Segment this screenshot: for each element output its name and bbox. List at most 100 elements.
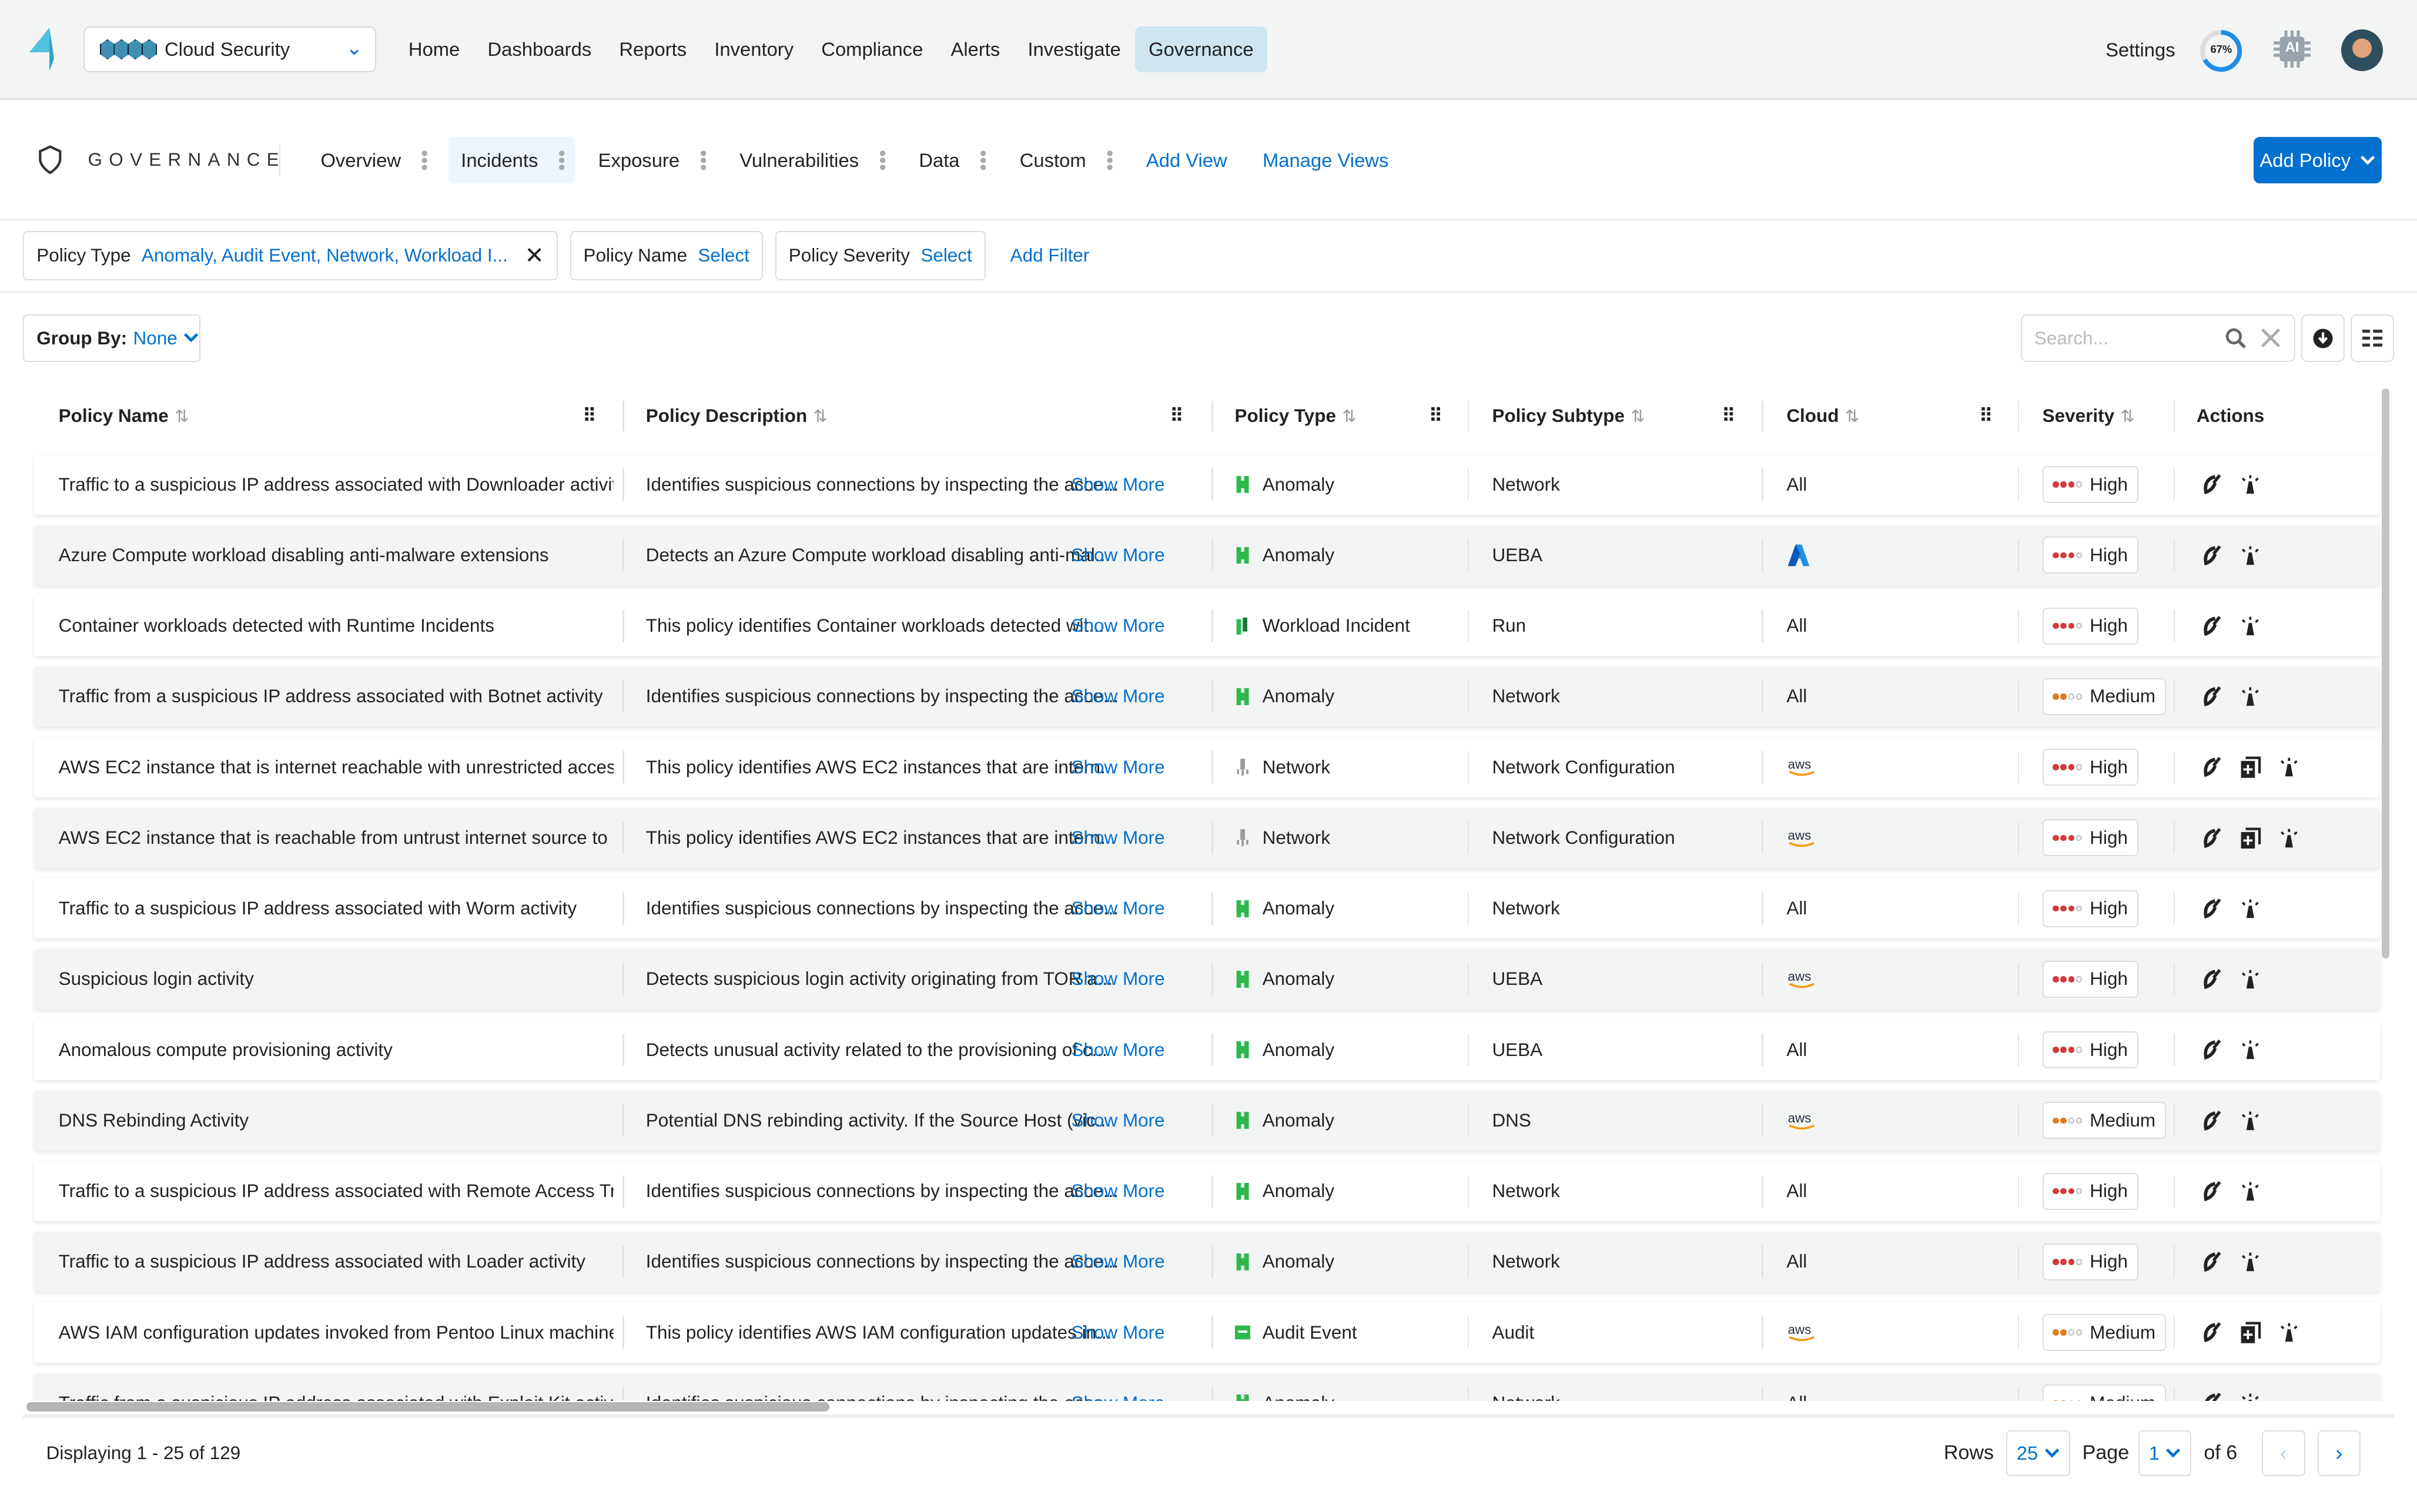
show-more-link[interactable]: Show More <box>1072 686 1165 707</box>
drag-handle-icon[interactable]: ⠿ <box>1429 388 1442 444</box>
show-more-link[interactable]: Show More <box>1072 898 1165 919</box>
table-row[interactable]: AWS EC2 instance that is internet reacha… <box>34 737 2380 797</box>
alarm-icon[interactable] <box>2239 1110 2261 1132</box>
table-row[interactable]: Anomalous compute provisioning activity D… <box>34 1020 2380 1080</box>
filter-policy-severity[interactable]: Policy Severity Select <box>775 231 986 281</box>
policy-name-cell[interactable]: Traffic to a suspicious IP address assoc… <box>59 1232 614 1292</box>
settings-link[interactable]: Settings <box>2105 39 2175 61</box>
show-more-link[interactable]: Show More <box>1072 757 1165 778</box>
vertical-scrollbar[interactable] <box>2381 388 2389 959</box>
edit-icon[interactable] <box>2201 898 2223 920</box>
edit-icon[interactable] <box>2201 968 2223 990</box>
show-more-link[interactable]: Show More <box>1072 1181 1165 1202</box>
nav-reports[interactable]: Reports <box>605 26 701 73</box>
sort-icon[interactable]: ⇅ <box>1845 406 1859 427</box>
policy-name[interactable]: Traffic from a suspicious IP address ass… <box>59 686 603 707</box>
edit-icon[interactable] <box>2201 1110 2223 1132</box>
nav-home[interactable]: Home <box>394 26 474 73</box>
policy-name[interactable]: Anomalous compute provisioning activity <box>59 1040 393 1061</box>
nav-governance[interactable]: Governance <box>1134 26 1268 73</box>
column-header-policy-description[interactable]: Policy Description ⇅ <box>646 388 828 444</box>
show-more-link[interactable]: Show More <box>1072 1393 1165 1401</box>
alarm-icon[interactable] <box>2239 686 2261 708</box>
drag-handle-icon[interactable]: ⠿ <box>583 388 596 444</box>
policy-name[interactable]: Traffic to a suspicious IP address assoc… <box>59 1181 614 1202</box>
table-row[interactable]: Traffic to a suspicious IP address assoc… <box>34 879 2380 939</box>
policy-name[interactable]: Traffic to a suspicious IP address assoc… <box>59 898 577 919</box>
previous-page-button[interactable]: ‹ <box>2262 1430 2305 1477</box>
policy-name[interactable]: Traffic to a suspicious IP address assoc… <box>59 1251 585 1272</box>
alarm-icon[interactable] <box>2239 1392 2261 1401</box>
show-more-link[interactable]: Show More <box>1072 1040 1165 1061</box>
alarm-icon[interactable] <box>2239 545 2261 566</box>
show-more-link[interactable]: Show More <box>1072 615 1165 636</box>
add-view-link[interactable]: Add View <box>1134 137 1240 183</box>
tab-vulnerabilities[interactable]: Vulnerabilities ••• <box>727 137 896 183</box>
table-row[interactable]: AWS IAM configuration updates invoked fr… <box>34 1302 2380 1363</box>
sort-icon[interactable]: ⇅ <box>1631 406 1645 427</box>
sort-icon[interactable]: ⇅ <box>814 406 828 427</box>
policy-name[interactable]: AWS IAM configuration updates invoked fr… <box>59 1322 614 1343</box>
alarm-icon[interactable] <box>2278 1322 2300 1343</box>
alarm-icon[interactable] <box>2239 898 2261 920</box>
page-select[interactable]: 1 <box>2138 1430 2192 1477</box>
show-more-link[interactable]: Show More <box>1072 474 1165 495</box>
column-separator[interactable] <box>1211 400 1213 432</box>
policy-name[interactable]: Traffic from a suspicious IP address ass… <box>59 1393 614 1401</box>
user-avatar[interactable] <box>2341 29 2383 71</box>
download-button[interactable] <box>2301 314 2345 363</box>
edit-icon[interactable] <box>2201 1392 2223 1401</box>
nav-investigate[interactable]: Investigate <box>1014 26 1135 73</box>
tab-exposure[interactable]: Exposure ••• <box>586 137 717 183</box>
table-row[interactable]: Traffic from a suspicious IP address ass… <box>34 1373 2380 1401</box>
app-logo-icon[interactable] <box>29 28 63 71</box>
tab-incidents[interactable]: Incidents ••• <box>448 137 575 184</box>
column-separator[interactable] <box>1467 400 1469 432</box>
show-more-link[interactable]: Show More <box>1072 1251 1165 1272</box>
search-input[interactable]: Search... <box>2020 314 2295 363</box>
tab-overview[interactable]: Overview ••• <box>308 137 437 183</box>
rows-per-page-select[interactable]: 25 <box>2006 1430 2070 1477</box>
close-icon[interactable]: ✕ <box>525 242 544 269</box>
column-header-cloud[interactable]: Cloud ⇅ <box>1786 388 1859 444</box>
column-separator[interactable] <box>622 400 625 432</box>
edit-icon[interactable] <box>2201 1251 2223 1273</box>
edit-icon[interactable] <box>2201 686 2223 708</box>
table-row[interactable]: Traffic to a suspicious IP address assoc… <box>34 1161 2380 1222</box>
column-header-policy-subtype[interactable]: Policy Subtype ⇅ <box>1492 388 1645 444</box>
add-policy-button[interactable]: Add Policy <box>2253 137 2382 184</box>
policy-name-cell[interactable]: AWS IAM configuration updates invoked fr… <box>59 1302 614 1362</box>
column-separator[interactable] <box>1762 400 1763 432</box>
drag-handle-icon[interactable]: ⠿ <box>1170 388 1183 444</box>
edit-icon[interactable] <box>2201 827 2223 849</box>
policy-name[interactable]: Azure Compute workload disabling anti-ma… <box>59 545 549 566</box>
sort-icon[interactable]: ⇅ <box>1343 406 1357 427</box>
filter-policy-type[interactable]: Policy Type Anomaly, Audit Event, Networ… <box>23 231 558 281</box>
policy-name-cell[interactable]: AWS EC2 instance that is internet reacha… <box>59 737 614 797</box>
drag-handle-icon[interactable]: ⠿ <box>1979 388 1993 444</box>
table-row[interactable]: Container workloads detected with Runtim… <box>34 596 2380 656</box>
policy-name-cell[interactable]: Traffic to a suspicious IP address assoc… <box>59 879 614 938</box>
table-row[interactable]: AWS EC2 instance that is reachable from … <box>34 807 2380 869</box>
policy-name[interactable]: AWS EC2 instance that is reachable from … <box>59 827 614 849</box>
show-more-link[interactable]: Show More <box>1072 545 1165 566</box>
policy-name-cell[interactable]: DNS Rebinding Activity <box>59 1091 614 1151</box>
show-more-link[interactable]: Show More <box>1072 968 1165 990</box>
policy-name-cell[interactable]: Traffic to a suspicious IP address assoc… <box>59 455 614 515</box>
nav-compliance[interactable]: Compliance <box>808 26 937 73</box>
edit-icon[interactable] <box>2201 1181 2223 1202</box>
horizontal-scrollbar[interactable] <box>26 1402 829 1412</box>
filter-policy-name[interactable]: Policy Name Select <box>570 231 763 281</box>
alarm-icon[interactable] <box>2239 1251 2261 1273</box>
table-row[interactable]: Azure Compute workload disabling anti-ma… <box>34 525 2380 586</box>
policy-name-cell[interactable]: Suspicious login activity <box>59 949 614 1009</box>
edit-icon[interactable] <box>2201 756 2223 778</box>
policy-name-cell[interactable]: Container workloads detected with Runtim… <box>59 596 614 656</box>
policy-name[interactable]: Suspicious login activity <box>59 968 254 990</box>
add-compliance-icon[interactable] <box>2239 756 2261 779</box>
kebab-menu-icon[interactable]: ••• <box>871 150 893 171</box>
policy-name[interactable]: AWS EC2 instance that is internet reacha… <box>59 757 614 778</box>
column-separator[interactable] <box>2017 400 2020 432</box>
column-header-policy-name[interactable]: Policy Name ⇅ <box>59 388 189 444</box>
table-row[interactable]: DNS Rebinding Activity Potential DNS rebi… <box>34 1090 2380 1151</box>
